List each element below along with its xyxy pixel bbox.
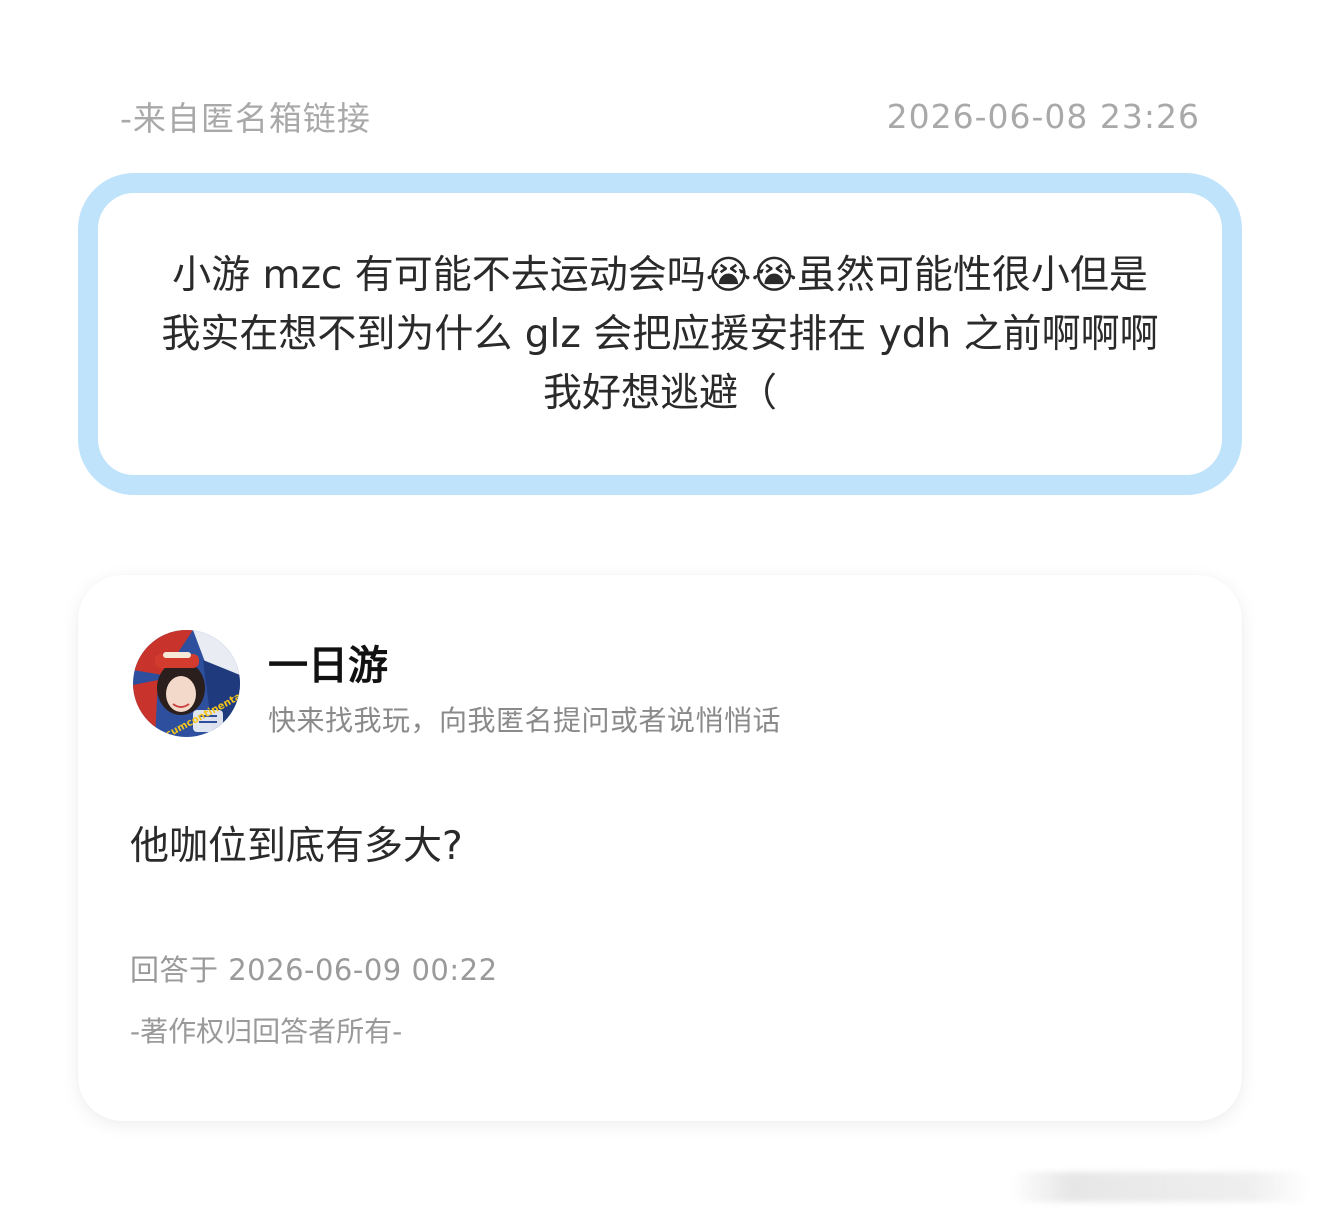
source-timestamp: 2026-06-08 23:26 xyxy=(886,96,1200,136)
author-bio: 快来找我玩，向我匿名提问或者说悄悄话 xyxy=(268,704,782,737)
watermark-smudge xyxy=(1010,1172,1310,1202)
copyright-notice: -著作权归回答者所有- xyxy=(130,1015,403,1048)
question-card: 小游 mzc 有可能不去运动会吗😭😭虽然可能性很小但是我实在想不到为什么 glz… xyxy=(78,173,1242,495)
author-name[interactable]: 一日游 xyxy=(268,633,388,691)
source-header: -来自匿名箱链接 2026-06-08 23:26 xyxy=(120,92,1200,140)
question-text: 小游 mzc 有可能不去运动会吗😭😭虽然可能性很小但是我实在想不到为什么 glz… xyxy=(161,252,1159,416)
source-label: -来自匿名箱链接 xyxy=(120,99,371,138)
answered-timestamp: 回答于 2026-06-09 00:22 xyxy=(130,953,498,987)
answer-card: Circumcontinental 一日游 快来找我玩，向我匿名提问或者说悄悄话… xyxy=(78,575,1242,1121)
avatar[interactable]: Circumcontinental xyxy=(133,630,240,737)
answer-text: 他咖位到底有多大? xyxy=(130,824,463,869)
avatar-image: Circumcontinental xyxy=(133,630,240,737)
